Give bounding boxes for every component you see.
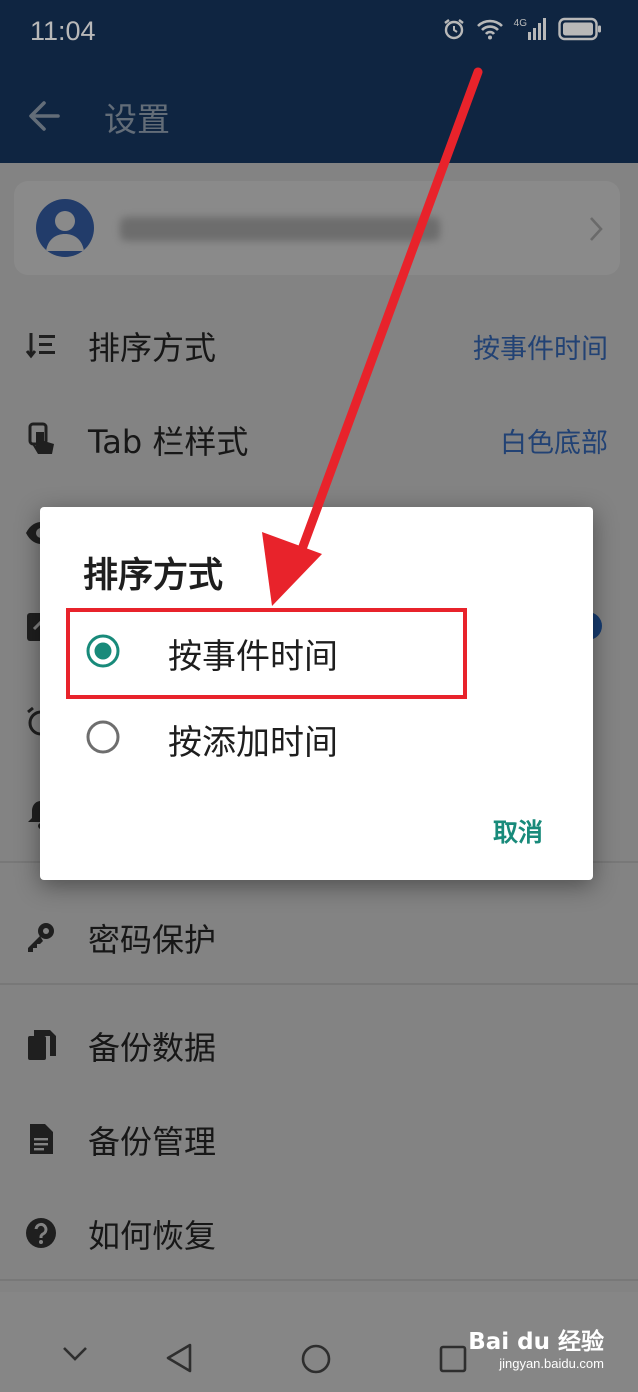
annotation-arrow bbox=[262, 67, 483, 606]
